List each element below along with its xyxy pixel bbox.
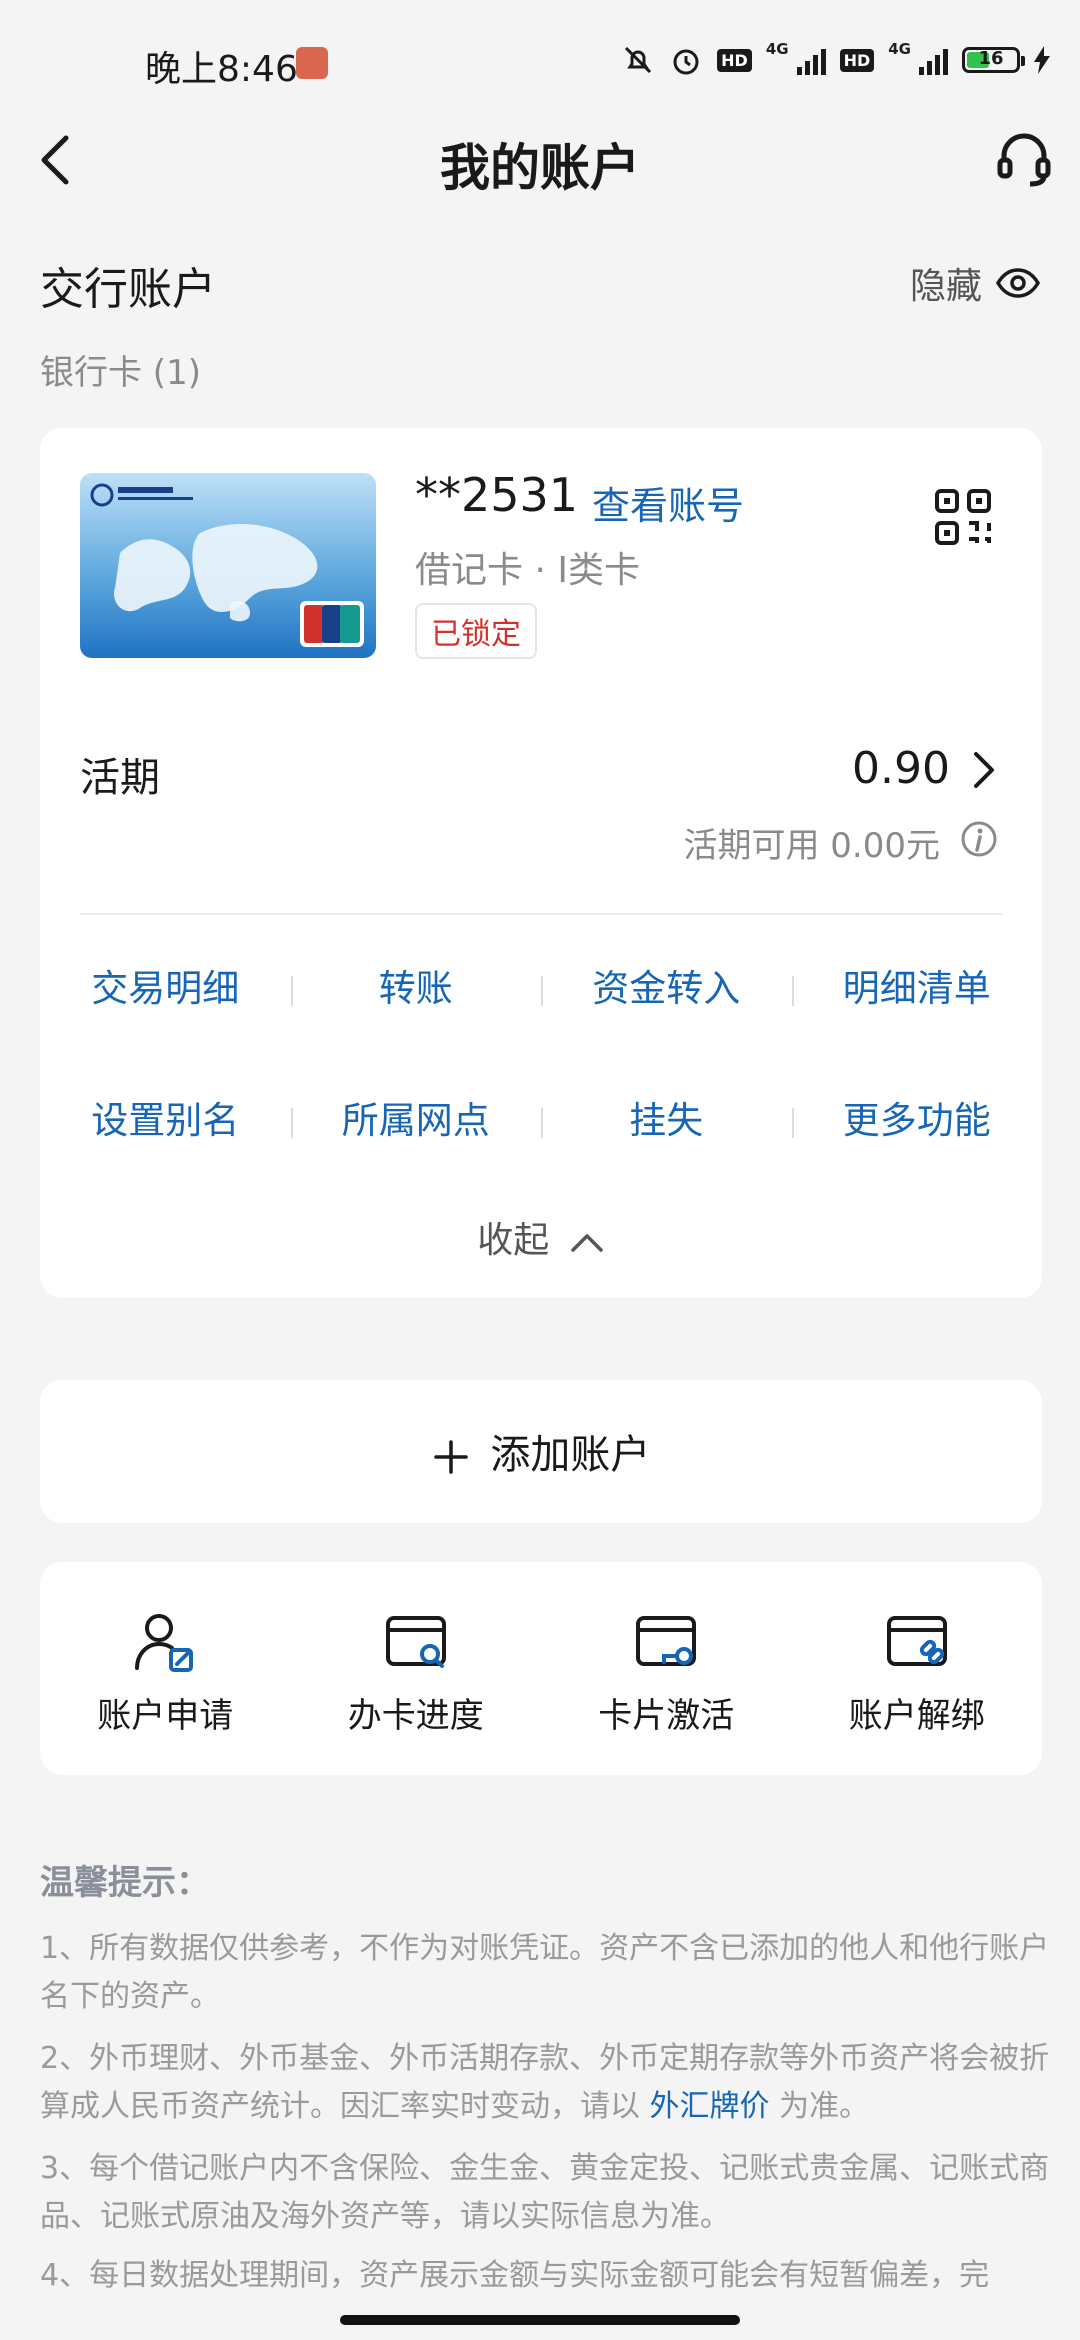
tip-item-2: 2、外币理财、外币基金、外币活期存款、外币定期存款等外币资产将会被折算成人民币资…: [40, 2035, 1056, 2131]
add-account-label: 添加账户: [490, 1432, 651, 1478]
alarm-icon: [673, 49, 699, 75]
signal-icon: [796, 45, 826, 75]
quick-account-application[interactable]: 账户申请: [40, 1562, 291, 1775]
customer-service-button[interactable]: [994, 128, 1054, 188]
qr-code-icon: [935, 489, 991, 545]
qr-code-button[interactable]: [934, 488, 992, 546]
status-icons: HD 4G HD 4G 16: [621, 40, 1050, 80]
quick-label-3: 卡片激活: [598, 1696, 735, 1736]
eye-icon: [996, 268, 1040, 298]
exchange-rate-link[interactable]: 外汇牌价: [650, 2089, 770, 2124]
status-time: 晚上8:46: [145, 49, 298, 90]
action-more-functions[interactable]: 更多功能: [791, 1090, 1043, 1144]
network-type-2: 4G: [888, 40, 911, 58]
hide-label: 隐藏: [909, 266, 982, 307]
tips-title: 温馨提示：: [40, 1863, 210, 1903]
actions-row-2: 设置别名 所属网点 挂失 更多功能: [40, 1090, 1042, 1144]
action-statement-list[interactable]: 明细清单: [791, 958, 1043, 1012]
battery-level: 16: [978, 48, 1004, 69]
bank-card-artwork: [90, 483, 364, 647]
tip-text-4: 4、每日数据处理期间，资产展示金额与实际金额可能会有短暂偏差，完: [40, 2258, 990, 2293]
action-report-loss[interactable]: 挂失: [541, 1090, 792, 1144]
action-transfer[interactable]: 转账: [290, 958, 542, 1012]
battery-icon: 16: [962, 47, 1025, 73]
card-type: 借记卡 · I类卡: [415, 550, 640, 591]
card-unlink-icon: [886, 1616, 947, 1666]
divider: [80, 913, 1002, 915]
action-set-alias[interactable]: 设置别名: [40, 1090, 291, 1144]
signal-icon-2: [919, 45, 948, 75]
action-fund-transfer-in[interactable]: 资金转入: [541, 958, 792, 1012]
plus-icon: [433, 1440, 468, 1474]
bank-cards-count: 银行卡 (1): [40, 353, 201, 393]
tip-text-2-suffix: 为准。: [769, 2089, 870, 2124]
card-search-icon: [385, 1616, 446, 1668]
masked-account-number: **2531: [415, 468, 579, 522]
tip-item-3: 3、每个借记账户内不含保险、金生金、黄金定投、记账式贵金属、记账式商品、记账式原…: [40, 2145, 1056, 2241]
actions-row-1: 交易明细 转账 资金转入 明细清单: [40, 958, 1042, 1012]
quick-label-2: 办卡进度: [347, 1696, 484, 1736]
add-account-row: 添加账户: [40, 1422, 1042, 1480]
tip-text-2: 2、外币理财、外币基金、外币活期存款、外币定期存款等外币资产将会被折算成人民币资…: [40, 2041, 1050, 2124]
quick-actions: 账户申请 办卡进度 卡片激活 账户解绑: [40, 1562, 1042, 1775]
add-account-button[interactable]: 添加账户: [40, 1380, 1042, 1523]
home-indicator[interactable]: [340, 2315, 740, 2325]
user-edit-icon: [135, 1614, 194, 1672]
collapse-button[interactable]: 收起: [40, 1211, 1042, 1263]
collapse-label: 收起: [477, 1220, 550, 1261]
chevron-right-icon: [974, 752, 994, 788]
hide-balance-toggle[interactable]: 隐藏: [910, 257, 1040, 309]
quick-label-4: 账户解绑: [848, 1696, 985, 1736]
quick-label-1: 账户申请: [97, 1696, 234, 1736]
account-card: **2531 查看账号 借记卡 · I类卡 已锁定 活期 0.90 活期可用 0…: [40, 428, 1042, 1298]
tip-text-3: 3、每个借记账户内不含保险、金生金、黄金定投、记账式贵金属、记账式商品、记账式原…: [40, 2151, 1050, 2234]
network-type: 4G: [765, 40, 789, 58]
current-deposit-label: 活期: [80, 755, 160, 801]
tip-item-4: 4、每日数据处理期间，资产展示金额与实际金额可能会有短暂偏差，完: [40, 2252, 1056, 2300]
balance-detail-button[interactable]: [970, 750, 998, 790]
bank-card-image[interactable]: [80, 473, 376, 658]
info-icon: [961, 821, 997, 857]
current-deposit-balance[interactable]: 0.90: [852, 743, 950, 794]
chevron-up-icon: [570, 1234, 603, 1252]
quick-account-unbind[interactable]: 账户解绑: [792, 1562, 1043, 1775]
charging-icon: [1034, 46, 1050, 74]
card-key-icon: [636, 1616, 697, 1666]
page-title: 我的账户: [440, 139, 640, 197]
view-account-number-link[interactable]: 查看账号: [592, 475, 744, 530]
available-balance-text: 活期可用 0.00元: [683, 826, 940, 866]
tip-item-1: 1、所有数据仅供参考，不作为对账凭证。资产不含已添加的他人和他行账户名下的资产。: [40, 1925, 1056, 2021]
mute-icon: [625, 46, 652, 74]
notification-app-icon: [296, 47, 328, 79]
section-title: 交行账户: [40, 264, 216, 315]
action-transaction-details[interactable]: 交易明细: [40, 958, 291, 1012]
available-info-button[interactable]: [960, 820, 998, 858]
quick-card-progress[interactable]: 办卡进度: [291, 1562, 542, 1775]
tip-text-1: 1、所有数据仅供参考，不作为对账凭证。资产不含已添加的他人和他行账户名下的资产。: [40, 1931, 1050, 2014]
locked-status-badge: 已锁定: [415, 603, 537, 659]
headset-icon: [997, 133, 1051, 187]
quick-card-activation[interactable]: 卡片激活: [541, 1562, 792, 1775]
hd-indicator: HD: [717, 48, 752, 72]
action-branch[interactable]: 所属网点: [290, 1090, 542, 1144]
hd-indicator-2: HD: [839, 48, 875, 72]
